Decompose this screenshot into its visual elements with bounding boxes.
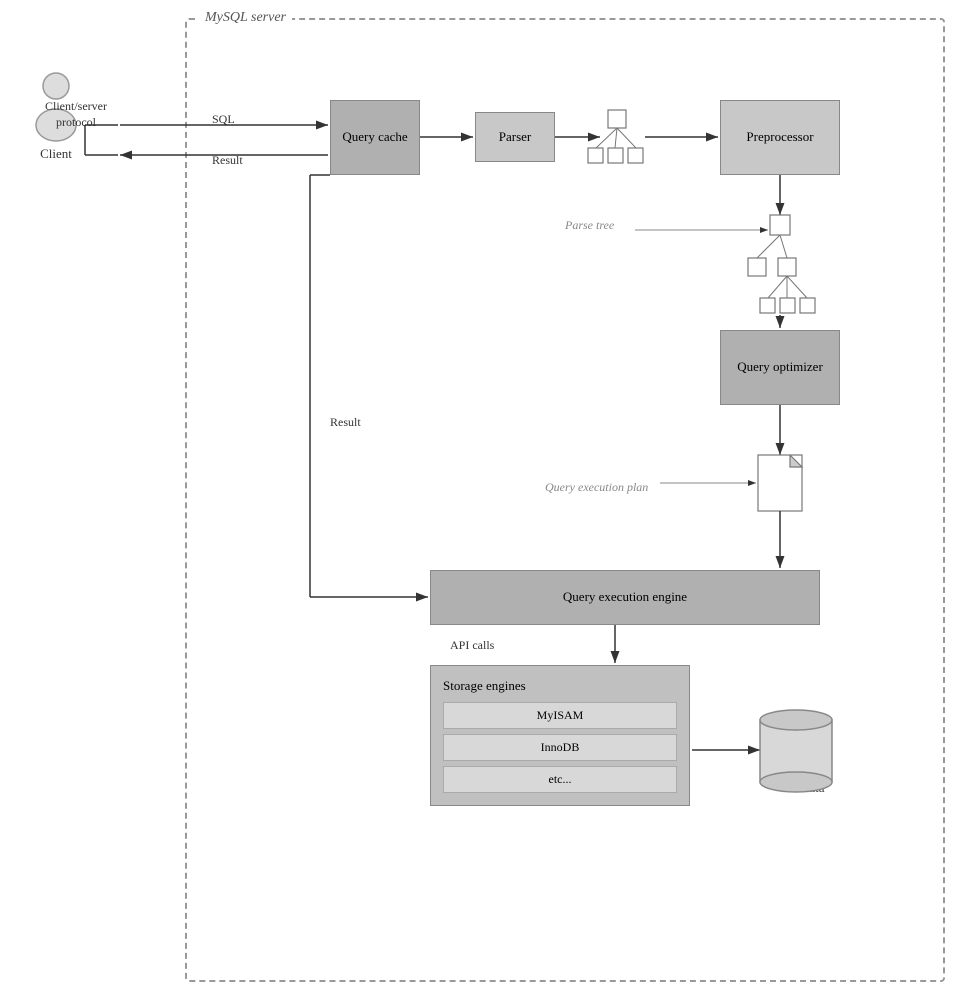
query-cache-box: Query cache bbox=[330, 100, 420, 175]
query-execution-engine-label: Query execution engine bbox=[563, 589, 687, 606]
mysql-server-label: MySQL server bbox=[199, 10, 292, 26]
parser-label: Parser bbox=[499, 129, 532, 146]
query-execution-engine-box: Query execution engine bbox=[430, 570, 820, 625]
parse-tree-label: Parse tree bbox=[565, 218, 614, 233]
preprocessor-label: Preprocessor bbox=[746, 129, 813, 146]
protocol-label: Client/serverprotocol bbox=[32, 98, 120, 130]
engine-myisam: MyISAM bbox=[443, 702, 677, 729]
main-container: MySQL server Client Client/serverprotoco… bbox=[0, 0, 963, 1000]
query-cache-label: Query cache bbox=[342, 129, 407, 146]
query-exec-plan-label: Query execution plan bbox=[545, 480, 648, 495]
storage-engines-title: Storage engines bbox=[443, 678, 677, 694]
sql-label: SQL bbox=[212, 112, 235, 127]
result-left-label: Result bbox=[330, 415, 361, 430]
engine-innodb: InnoDB bbox=[443, 734, 677, 761]
data-label: Data bbox=[800, 780, 825, 796]
result-top-label: Result bbox=[212, 153, 243, 168]
query-optimizer-label: Query optimizer bbox=[737, 359, 823, 376]
client-label: Client bbox=[40, 146, 72, 162]
api-calls-label: API calls bbox=[450, 638, 494, 653]
storage-engines-box: Storage engines MyISAM InnoDB etc... bbox=[430, 665, 690, 806]
preprocessor-box: Preprocessor bbox=[720, 100, 840, 175]
engine-etc: etc... bbox=[443, 766, 677, 793]
parser-box: Parser bbox=[475, 112, 555, 162]
query-optimizer-box: Query optimizer bbox=[720, 330, 840, 405]
